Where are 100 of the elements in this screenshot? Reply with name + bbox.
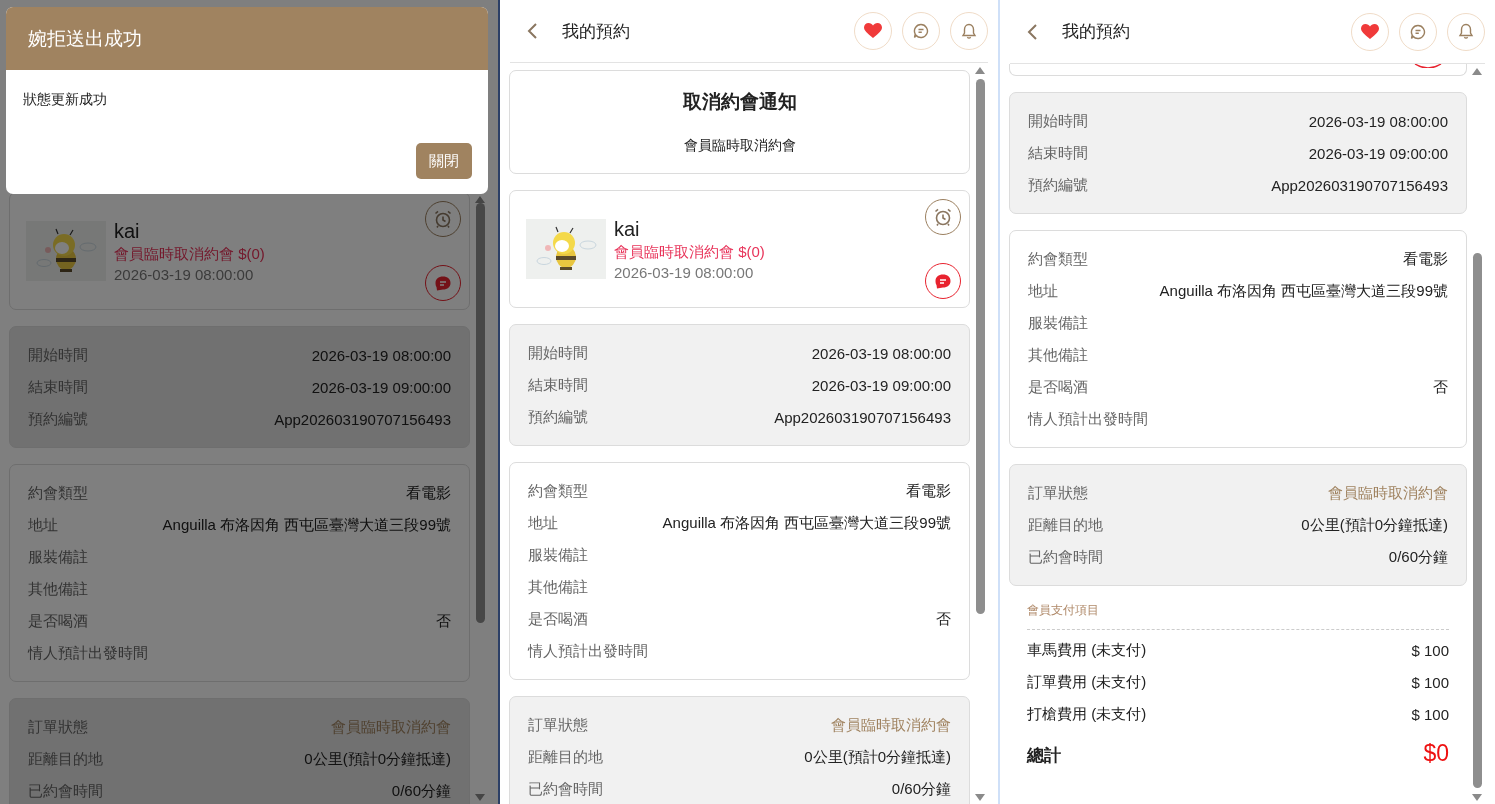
favorite-button[interactable] [854, 12, 892, 50]
field-label: 情人預計出發時間 [28, 643, 148, 663]
scrollbar-thumb[interactable] [975, 79, 985, 614]
field-label: 約會類型 [28, 483, 88, 503]
booking-status: 會員臨時取消約會 $(0) [114, 244, 266, 264]
fee-amount: $ 100 [1411, 641, 1449, 659]
notification-button[interactable] [1447, 12, 1485, 51]
message-button[interactable] [425, 265, 461, 301]
notification-button[interactable] [950, 12, 988, 50]
field-label: 情人預計出發時間 [528, 641, 648, 661]
field-label: 開始時間 [528, 343, 588, 363]
scroll-down-icon[interactable] [1472, 794, 1482, 801]
user-name: kai [614, 217, 641, 241]
field-value: 0公里(預計0分鐘抵達) [304, 749, 451, 769]
field-value: App202603190707156493 [274, 410, 451, 428]
field-label: 是否喝酒 [528, 609, 588, 629]
field-value: 會員臨時取消約會 [331, 717, 451, 737]
field-label: 其他備註 [528, 577, 588, 597]
field-label: 約會類型 [528, 481, 588, 501]
field-label: 預約編號 [528, 407, 588, 427]
total-label: 總計 [1027, 745, 1061, 767]
scroll-up-icon[interactable] [1472, 68, 1482, 75]
notice-title: 取消約會通知 [681, 90, 798, 114]
field-value: 0/60分鐘 [891, 779, 951, 799]
field-label: 約會類型 [1028, 249, 1088, 269]
field-value: 否 [436, 611, 451, 631]
field-value: 2026-03-19 09:00:00 [311, 378, 451, 396]
field-value: 看電影 [1403, 249, 1448, 269]
field-label: 其他備註 [28, 579, 88, 599]
dialog-title: 婉拒送出成功 [6, 7, 488, 70]
scrollbar-thumb[interactable] [1472, 253, 1482, 788]
field-label: 距離目的地 [28, 749, 103, 769]
fee-amount: $ 100 [1411, 705, 1449, 723]
booking-time: 2026-03-19 08:00:00 [614, 263, 755, 281]
field-value: 0公里(預計0分鐘抵達) [1301, 515, 1448, 535]
booking-status: 會員臨時取消約會 $(0) [614, 242, 766, 262]
alarm-button[interactable] [425, 201, 461, 237]
chat-icon [935, 273, 951, 289]
field-label: 服裝備註 [528, 545, 588, 565]
chat-icon [1410, 23, 1426, 40]
field-label: 已約會時間 [28, 781, 103, 801]
scroll-down-icon[interactable] [475, 794, 485, 801]
field-label: 距離目的地 [528, 747, 603, 767]
field-label: 已約會時間 [528, 779, 603, 799]
heart-icon [1361, 23, 1379, 40]
field-label: 訂單狀態 [528, 715, 588, 735]
section-title: 會員支付項目 [1027, 602, 1100, 619]
back-icon [526, 22, 538, 40]
field-label: 是否喝酒 [1028, 377, 1088, 397]
fee-label: 打槍費用 (未支付) [1027, 704, 1147, 724]
field-value: 會員臨時取消約會 [831, 715, 951, 735]
page-title: 我的預約 [562, 20, 631, 43]
heart-icon [864, 23, 882, 39]
field-label: 訂單狀態 [28, 717, 88, 737]
message-button[interactable] [925, 263, 961, 299]
field-label: 情人預計出發時間 [1028, 409, 1148, 429]
field-label: 地址 [1028, 281, 1058, 301]
field-label: 已約會時間 [1028, 547, 1103, 567]
chat-button[interactable] [902, 12, 940, 50]
field-value: 0公里(預計0分鐘抵達) [804, 747, 951, 767]
fee-label: 車馬費用 (未支付) [1027, 640, 1147, 660]
close-button[interactable]: 關閉 [416, 143, 472, 179]
field-label: 開始時間 [1028, 111, 1088, 131]
field-label: 服裝備註 [28, 547, 88, 567]
alarm-button[interactable] [925, 199, 961, 235]
scroll-up-icon[interactable] [975, 67, 985, 74]
field-value: 2026-03-19 08:00:00 [311, 346, 451, 364]
field-label: 地址 [28, 515, 58, 535]
field-value: 0/60分鐘 [1388, 547, 1448, 567]
field-label: 結束時間 [1028, 143, 1088, 163]
field-label: 結束時間 [528, 375, 588, 395]
field-value: 否 [936, 609, 951, 629]
field-value: App202603190707156493 [774, 408, 951, 426]
field-value: 2026-03-19 08:00:00 [811, 344, 951, 362]
fee-label: 訂單費用 (未支付) [1027, 672, 1147, 692]
chat-button[interactable] [1399, 12, 1437, 51]
field-value: 會員臨時取消約會 [1328, 483, 1448, 503]
total-amount: $0 [1423, 740, 1449, 767]
scrollbar-thumb[interactable] [475, 203, 485, 623]
field-value: 0/60分鐘 [391, 781, 451, 801]
field-label: 結束時間 [28, 377, 88, 397]
favorite-button[interactable] [1351, 12, 1389, 51]
alarm-clock-icon [933, 207, 953, 227]
field-value: 看電影 [906, 481, 951, 501]
field-label: 地址 [528, 513, 558, 533]
field-value: 2026-03-19 09:00:00 [811, 376, 951, 394]
field-label: 是否喝酒 [28, 611, 88, 631]
field-label: 預約編號 [1028, 175, 1088, 195]
field-value: Anguilla 布洛因角 西屯區臺灣大道三段99號 [1159, 281, 1448, 301]
user-name: kai [114, 219, 141, 243]
field-label: 預約編號 [28, 409, 88, 429]
dialog-message: 狀態更新成功 [22, 90, 108, 109]
page-title: 我的預約 [1062, 21, 1131, 43]
field-value: 2026-03-19 09:00:00 [1308, 144, 1448, 162]
scroll-down-icon[interactable] [975, 794, 985, 801]
notice-message: 會員臨時取消約會 [682, 137, 797, 155]
field-label: 開始時間 [28, 345, 88, 365]
field-label: 距離目的地 [1028, 515, 1103, 535]
field-value: 否 [1433, 377, 1448, 397]
chat-icon [435, 275, 451, 291]
